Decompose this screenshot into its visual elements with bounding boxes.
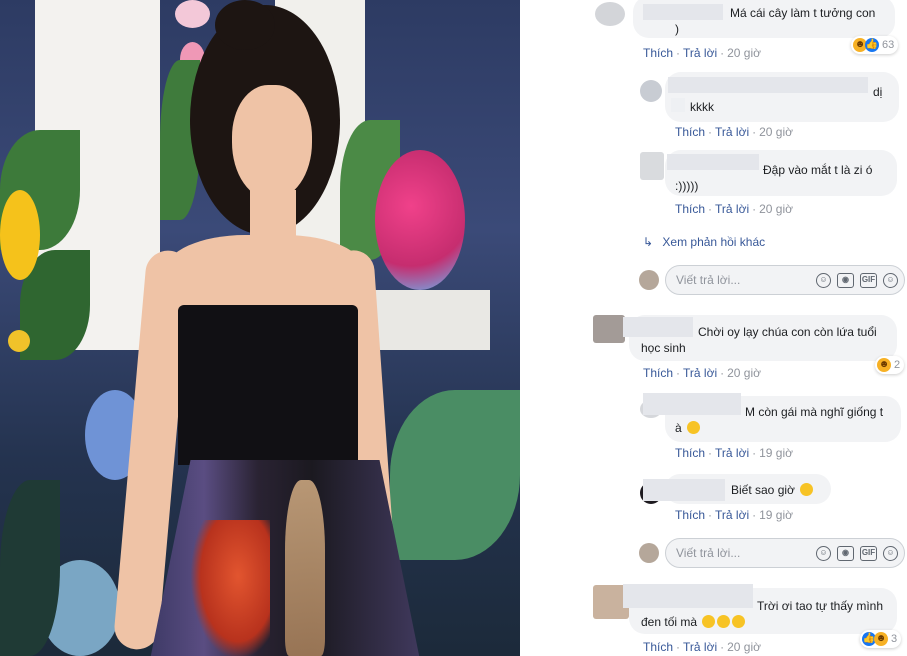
sticker-icon[interactable]: ☺ <box>883 546 898 561</box>
reply-placeholder: Viết trả lời... <box>676 546 741 560</box>
comment-actions: Thích · Trả lời · 19 giờ <box>675 508 793 522</box>
comment-actions: Thích · Trả lời · 20 giờ <box>643 46 761 60</box>
blurred-username[interactable] <box>667 154 759 170</box>
timestamp[interactable]: 20 giờ <box>727 640 761 654</box>
reply-input[interactable]: Viết trả lời... ☺ ◉ GIF ☺ <box>665 265 905 295</box>
comment-text: Biết sao giờ <box>731 482 814 498</box>
reply-link[interactable]: Trả lời <box>715 125 749 139</box>
emoji-icon <box>800 483 814 496</box>
sticker-icon[interactable]: ☺ <box>883 273 898 288</box>
reply-arrow-icon: ↳ <box>643 235 654 249</box>
reply-link[interactable]: Trả lời <box>715 508 749 522</box>
haha-icon: ☻ <box>874 632 888 646</box>
comment-actions: Thích · Trả lời · 20 giờ <box>643 640 761 654</box>
dress-top <box>178 305 358 465</box>
avatar <box>639 543 659 563</box>
flower-decoration <box>8 330 30 352</box>
emoji-icon <box>732 615 746 628</box>
blurred-username[interactable] <box>643 4 723 20</box>
comment-text: Trời ơi tao tự thấy mình <box>757 599 884 613</box>
blurred-mention <box>671 98 685 112</box>
leaf-decoration <box>0 480 60 656</box>
flower-decoration <box>0 190 40 280</box>
root-embroidery <box>285 480 325 656</box>
reaction-summary[interactable]: 👍 ☻ 3 <box>860 630 902 648</box>
emoji-icon <box>717 615 731 628</box>
avatar[interactable] <box>593 315 625 343</box>
reply-input[interactable]: Viết trả lời... ☺ ◉ GIF ☺ <box>665 538 905 568</box>
blurred-username[interactable] <box>643 479 725 501</box>
more-replies-link[interactable]: ↳ Xem phản hồi khác <box>643 235 765 249</box>
camera-icon[interactable]: ◉ <box>837 273 854 288</box>
comment-text: dị <box>873 85 883 99</box>
like-link[interactable]: Thích <box>643 46 673 60</box>
reply-link[interactable]: Trả lời <box>683 640 717 654</box>
comment-text: ) <box>675 22 679 36</box>
leaf-decoration <box>390 390 520 560</box>
timestamp[interactable]: 19 giờ <box>759 446 793 460</box>
camera-icon[interactable]: ◉ <box>837 546 854 561</box>
comment-actions: Thích · Trả lời · 20 giờ <box>675 125 793 139</box>
reply-link[interactable]: Trả lời <box>715 202 749 216</box>
hair-bun <box>215 0 275 50</box>
avatar[interactable] <box>640 80 662 102</box>
emoji-icon[interactable]: ☺ <box>816 546 831 561</box>
comment-actions: Thích · Trả lời · 20 giờ <box>643 366 761 380</box>
like-link[interactable]: Thích <box>675 125 705 139</box>
reply-placeholder: Viết trả lời... <box>676 273 741 287</box>
like-link[interactable]: Thích <box>675 508 705 522</box>
emoji-icon <box>687 421 701 434</box>
comment-text: kkkk <box>690 100 714 114</box>
comment-text: đen tối mà <box>641 614 746 630</box>
comments-panel: Má cái cây làm t tưởng con ) ☻ 👍 63 Thíc… <box>583 0 907 656</box>
flower-decoration <box>175 0 210 28</box>
feather-embroidery <box>190 520 270 656</box>
emoji-icon[interactable]: ☺ <box>816 273 831 288</box>
like-link[interactable]: Thích <box>675 202 705 216</box>
reply-link[interactable]: Trả lời <box>683 366 717 380</box>
like-link[interactable]: Thích <box>643 640 673 654</box>
backdrop-panel <box>360 290 490 350</box>
haha-icon: ☻ <box>877 358 891 372</box>
like-icon: 👍 <box>865 38 879 52</box>
comment-text: M còn gái mà nghĩ giống t <box>745 405 884 419</box>
comment-text: học sinh <box>641 341 686 355</box>
gif-icon[interactable]: GIF <box>860 546 877 561</box>
reaction-count: 3 <box>891 633 898 645</box>
timestamp[interactable]: 20 giờ <box>727 366 761 380</box>
like-link[interactable]: Thích <box>643 366 673 380</box>
reaction-count: 63 <box>882 39 895 51</box>
comment-actions: Thích · Trả lời · 20 giờ <box>675 202 793 216</box>
flower-decoration <box>375 150 465 290</box>
emoji-icon <box>702 615 716 628</box>
timestamp[interactable]: 20 giờ <box>759 125 793 139</box>
reply-link[interactable]: Trả lời <box>715 446 749 460</box>
reaction-count: 2 <box>894 359 901 371</box>
comment-text: à <box>675 420 701 436</box>
comment-text: :))))) <box>675 179 699 193</box>
timestamp[interactable]: 20 giờ <box>727 46 761 60</box>
reaction-summary[interactable]: ☻ 👍 63 <box>851 36 899 54</box>
blurred-username[interactable] <box>668 77 868 93</box>
timestamp[interactable]: 19 giờ <box>759 508 793 522</box>
gif-icon[interactable]: GIF <box>860 273 877 288</box>
reply-link[interactable]: Trả lời <box>683 46 717 60</box>
timestamp[interactable]: 20 giờ <box>759 202 793 216</box>
comment-text: Đập vào mắt t là zi ó <box>763 163 873 177</box>
blurred-username[interactable] <box>643 393 741 415</box>
avatar[interactable] <box>595 2 625 26</box>
face <box>232 85 312 200</box>
blurred-username[interactable] <box>623 317 693 337</box>
comment-text: Má cái cây làm t tưởng con <box>730 6 876 20</box>
avatar[interactable] <box>640 152 664 180</box>
comment-actions: Thích · Trả lời · 19 giờ <box>675 446 793 460</box>
reaction-summary[interactable]: ☻ 2 <box>875 356 905 374</box>
avatar <box>639 270 659 290</box>
blurred-username[interactable] <box>623 584 753 608</box>
event-photo[interactable] <box>0 0 520 656</box>
like-link[interactable]: Thích <box>675 446 705 460</box>
comment-text: Chời oy lạy chúa con còn lứa tuổi <box>698 325 877 339</box>
